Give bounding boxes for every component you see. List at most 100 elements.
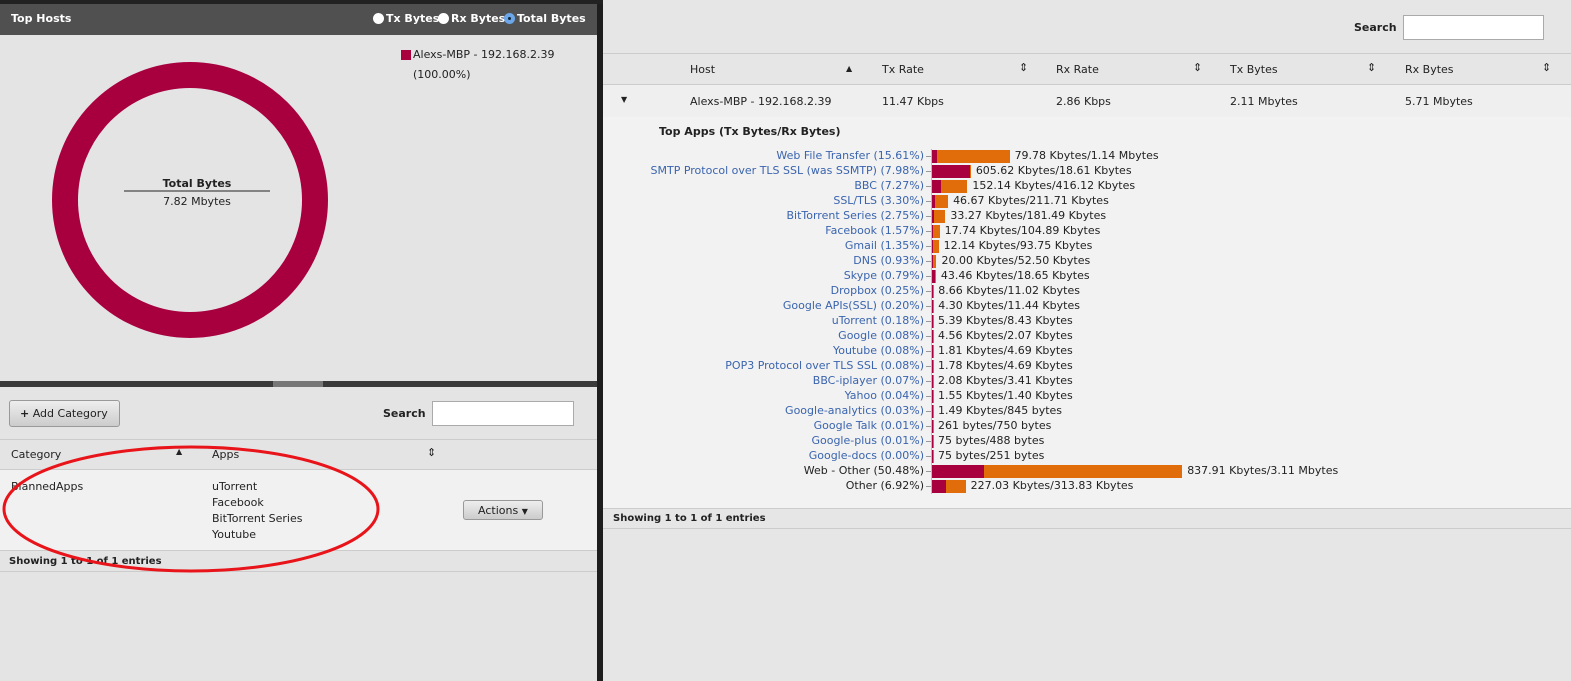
sort-both-icon[interactable]: ⇕ [1542, 61, 1551, 74]
rx-bar[interactable] [932, 240, 939, 253]
tx-value: 46.67 Kbytes [953, 194, 1026, 207]
tx-value: 8.66 Kbytes [938, 284, 1004, 297]
actions-button[interactable]: Actions ▼ [463, 500, 543, 520]
sort-both-icon[interactable]: ⇕ [1193, 61, 1202, 74]
app-label[interactable]: BBC-iplayer (0.07%) [813, 374, 924, 387]
radio-selected-icon [504, 13, 515, 24]
app-label[interactable]: Web File Transfer (15.61%) [776, 149, 924, 162]
top-apps-chart: Web File Transfer (15.61%) 79.78 Kbytes/1… [603, 149, 1571, 499]
radio-total-bytes[interactable]: Total Bytes [504, 12, 586, 25]
rx-bar[interactable] [932, 435, 933, 448]
tx-value: 75 bytes [938, 449, 986, 462]
radio-rx-bytes[interactable]: Rx Bytes [438, 12, 505, 25]
tx-bar[interactable] [932, 180, 942, 193]
rx-bar[interactable] [936, 150, 1010, 163]
column-tx-bytes[interactable]: Tx Bytes [1230, 63, 1278, 76]
rx-bar[interactable] [933, 225, 940, 238]
axis-tick [926, 441, 931, 442]
bar-value-label: 1.55 Kbytes/1.40 Kbytes [938, 389, 1073, 402]
tx-bar[interactable] [932, 465, 985, 478]
app-label[interactable]: BitTorrent Series (2.75%) [786, 209, 924, 222]
column-host[interactable]: Host [690, 63, 715, 76]
rx-bar[interactable] [934, 270, 936, 283]
app-label[interactable]: Google (0.08%) [838, 329, 924, 342]
legend-label[interactable]: Alexs-MBP - 192.168.2.39 [413, 48, 554, 61]
tx-bar[interactable] [932, 165, 970, 178]
rx-bar[interactable] [932, 330, 933, 343]
tx-bytes: 2.11 Mbytes [1230, 95, 1298, 108]
axis-tick [926, 306, 931, 307]
app-label[interactable]: Dropbox (0.25%) [831, 284, 924, 297]
pane-splitter[interactable] [0, 381, 597, 387]
column-rx-bytes[interactable]: Rx Bytes [1405, 63, 1454, 76]
rx-bar[interactable] [932, 360, 933, 373]
rx-bar[interactable] [932, 390, 933, 403]
bar-value-label: 837.91 Kbytes/3.11 Mbytes [1187, 464, 1339, 477]
axis-tick [926, 186, 931, 187]
app-label: Web - Other (50.48%) [803, 464, 924, 477]
axis-tick [926, 246, 931, 247]
app-label[interactable]: DNS (0.93%) [853, 254, 924, 267]
tx-bar[interactable] [932, 480, 947, 493]
column-tx-rate[interactable]: Tx Rate [882, 63, 924, 76]
app-label[interactable]: POP3 Protocol over TLS SSL (0.08%) [725, 359, 924, 372]
add-category-button[interactable]: + Add Category [9, 400, 120, 427]
rx-bar[interactable] [932, 315, 934, 328]
app-label[interactable]: uTorrent (0.18%) [832, 314, 924, 327]
hosts-search-input[interactable] [1403, 15, 1544, 40]
rx-value: 4.69 Kbytes [1007, 344, 1073, 357]
rx-bar[interactable] [946, 480, 966, 493]
app-label[interactable]: Google APIs(SSL) (0.20%) [783, 299, 924, 312]
rx-value: 488 bytes [989, 434, 1045, 447]
radio-tx-bytes[interactable]: Tx Bytes [373, 12, 439, 25]
bar-value-label: 75 bytes/251 bytes [938, 449, 1045, 462]
tx-value: 1.49 Kbytes [938, 404, 1004, 417]
axis-tick [926, 276, 931, 277]
sort-both-icon[interactable]: ⇕ [1019, 61, 1028, 74]
app-label[interactable]: Google-docs (0.00%) [809, 449, 924, 462]
axis-tick [926, 351, 931, 352]
tx-rate: 11.47 Kbps [882, 95, 944, 108]
column-rx-rate[interactable]: Rx Rate [1056, 63, 1099, 76]
sort-both-icon[interactable]: ⇕ [427, 446, 436, 459]
rx-bar[interactable] [969, 165, 971, 178]
rx-bar[interactable] [932, 375, 933, 388]
rx-bar[interactable] [984, 465, 1183, 478]
rx-bar[interactable] [932, 405, 933, 418]
rx-value: 845 bytes [1007, 404, 1063, 417]
radio-icon [438, 13, 449, 24]
rx-bar[interactable] [934, 210, 946, 223]
sort-asc-icon[interactable]: ▲ [846, 64, 852, 73]
rx-bar[interactable] [932, 420, 933, 433]
rx-bar[interactable] [932, 345, 933, 358]
rx-bar[interactable] [941, 180, 968, 193]
app-label[interactable]: Skype (0.79%) [844, 269, 924, 282]
app-label[interactable]: Facebook (1.57%) [825, 224, 924, 237]
app-label[interactable]: Yahoo (0.04%) [845, 389, 924, 402]
rx-bar[interactable] [932, 300, 934, 313]
rx-bar[interactable] [932, 450, 933, 463]
bar-value-label: 20.00 Kbytes/52.50 Kbytes [941, 254, 1091, 267]
axis-tick [926, 396, 931, 397]
rx-bar[interactable] [934, 195, 949, 208]
category-search-input[interactable] [432, 401, 574, 426]
app-label[interactable]: BBC (7.27%) [854, 179, 924, 192]
rx-bar[interactable] [933, 255, 937, 268]
rx-value: 1.40 Kbytes [1007, 389, 1073, 402]
axis-tick [926, 456, 931, 457]
app-label[interactable]: SSL/TLS (3.30%) [833, 194, 924, 207]
legend-percent: (100.00%) [413, 68, 471, 81]
host-row[interactable]: ▼ Alexs-MBP - 192.168.2.39 11.47 Kbps 2.… [603, 85, 1571, 117]
app-label[interactable]: Google-plus (0.01%) [811, 434, 924, 447]
app-label[interactable]: Youtube (0.08%) [833, 344, 924, 357]
axis-tick [926, 336, 931, 337]
sort-both-icon[interactable]: ⇕ [1367, 61, 1376, 74]
axis-tick [926, 171, 931, 172]
expand-caret-icon[interactable]: ▼ [621, 95, 627, 104]
app-label[interactable]: SMTP Protocol over TLS SSL (was SSMTP) (… [651, 164, 924, 177]
tx-value: 17.74 Kbytes [944, 224, 1018, 237]
rx-bar[interactable] [932, 285, 934, 298]
app-label[interactable]: Google-analytics (0.03%) [785, 404, 924, 417]
app-label[interactable]: Google Talk (0.01%) [814, 419, 924, 432]
app-label[interactable]: Gmail (1.35%) [845, 239, 924, 252]
